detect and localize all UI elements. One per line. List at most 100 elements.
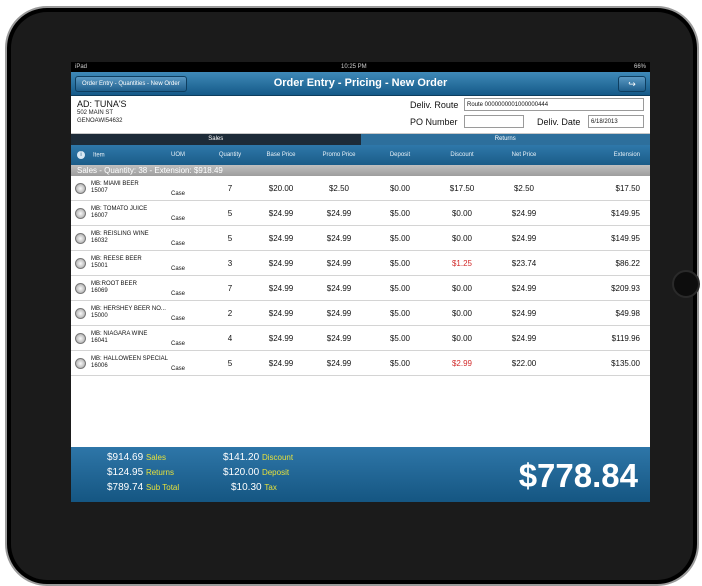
item-code: 15000 <box>91 313 108 319</box>
home-button[interactable] <box>672 270 700 298</box>
net-price-cell: $23.74 <box>511 258 537 268</box>
item-detail-icon[interactable] <box>75 207 86 219</box>
returns-total: $124.95 Returns <box>107 467 174 478</box>
column-uom[interactable]: UOM <box>171 152 207 158</box>
po-number-label: PO Number <box>410 117 458 127</box>
quantity-cell[interactable]: 5 <box>207 359 253 368</box>
extension-cell: $149.95 <box>611 233 640 243</box>
table-row[interactable]: MB: REISLING WINE 16032 Case 5 $24.99 $24.99 $… <box>71 226 650 251</box>
customer-block: AD: TUNA'S 502 MAIN ST GENOAWI54632 <box>77 99 127 125</box>
order-info-panel: AD: TUNA'S 502 MAIN ST GENOAWI54632 Deli… <box>71 96 650 134</box>
item-cell: MB: MIAMI BEER 15007 <box>71 181 171 195</box>
extension-cell: $135.00 <box>611 358 640 368</box>
item-code: 16069 <box>91 288 108 294</box>
column-discount[interactable]: Discount <box>431 152 493 158</box>
item-code: 15001 <box>91 263 108 269</box>
table-row[interactable]: MB: HALLOWEEN SPECIAL 16006 Case 5 $24.99 $24… <box>71 351 650 376</box>
extension-cell: $17.50 <box>615 183 640 193</box>
net-price-cell: $24.99 <box>511 208 537 218</box>
item-detail-icon[interactable] <box>75 232 86 244</box>
uom-cell: Case <box>171 341 186 347</box>
base-price-cell: $24.99 <box>268 333 294 343</box>
base-price-cell: $24.99 <box>268 308 294 318</box>
column-item[interactable]: i Item <box>71 151 171 159</box>
net-price-cell: $22.00 <box>511 358 537 368</box>
tab-returns[interactable]: Returns <box>360 134 650 145</box>
table-row[interactable]: MB: HERSHEY BEER NO... 15000 Case 2 $24.99 $2… <box>71 301 650 326</box>
delivery-route-field[interactable]: Route 0000000001000000444 <box>464 98 644 111</box>
grand-total: $778.84 <box>518 457 638 494</box>
column-promo-price[interactable]: Promo Price <box>309 152 369 158</box>
item-name: MB: REISLING WINE <box>91 231 149 237</box>
promo-price-cell: $24.99 <box>326 358 352 368</box>
tab-sales[interactable]: Sales <box>71 134 361 145</box>
promo-price-cell: $24.99 <box>326 258 352 268</box>
item-name: MB: MIAMI BEER <box>91 181 139 187</box>
navigation-bar: Order Entry - Quantities - New Order Ord… <box>71 72 650 96</box>
quantity-cell[interactable]: 3 <box>207 259 253 268</box>
table-row[interactable]: MB: TOMATO JUICE 16007 Case 5 $24.99 $24.99 $5… <box>71 201 650 226</box>
quantity-cell[interactable]: 4 <box>207 334 253 343</box>
uom-cell: Case <box>171 191 186 197</box>
battery-indicator: 66% <box>633 64 646 70</box>
base-price-cell: $24.99 <box>268 283 294 293</box>
empty-space <box>71 376 650 458</box>
table-row[interactable]: MB: REESE BEER 15001 Case 3 $24.99 $24.99 $5.0… <box>71 251 650 276</box>
promo-price-cell: $24.99 <box>326 233 352 243</box>
quantity-cell[interactable]: 5 <box>207 234 253 243</box>
item-detail-icon[interactable] <box>75 282 86 294</box>
discount-cell: $0.00 <box>451 333 473 343</box>
tab-bar: Sales Returns <box>71 134 650 145</box>
info-icon[interactable]: i <box>77 151 85 159</box>
promo-price-cell: $24.99 <box>326 208 352 218</box>
item-code: 16041 <box>91 338 108 344</box>
discount-cell: $17.50 <box>449 183 475 193</box>
net-price-cell: $2.50 <box>513 183 535 193</box>
tax-total: $10.30 Tax <box>231 482 277 493</box>
base-price-cell: $24.99 <box>268 358 294 368</box>
extension-cell: $86.22 <box>615 258 640 268</box>
promo-price-cell: $24.99 <box>326 283 352 293</box>
quantity-cell[interactable]: 2 <box>207 309 253 318</box>
item-detail-icon[interactable] <box>75 182 86 194</box>
table-row[interactable]: MB: MIAMI BEER 15007 Case 7 $20.00 $2.50 $0.00… <box>71 176 650 201</box>
quantity-cell[interactable]: 7 <box>207 184 253 193</box>
deposit-cell: $5.00 <box>389 308 411 318</box>
group-header: Sales - Quantity: 38 - Extension: $918.4… <box>71 165 650 176</box>
item-detail-icon[interactable] <box>75 257 86 269</box>
discount-cell: $0.00 <box>451 283 473 293</box>
po-number-field[interactable] <box>464 115 524 128</box>
item-cell: MB: REISLING WINE 16032 <box>71 231 171 245</box>
table-header: i Item UOM Quantity Base Price Promo Pric… <box>71 145 650 165</box>
column-deposit[interactable]: Deposit <box>369 152 431 158</box>
totals-footer: $914.69 Sales $124.95 Returns $789.74 Su… <box>71 447 650 502</box>
delivery-date-field[interactable]: 6/18/2013 <box>588 115 644 128</box>
customer-address-line2: GENOAWI54632 <box>77 118 123 124</box>
deposit-cell: $5.00 <box>389 233 411 243</box>
item-name: MB: TOMATO JUICE <box>91 206 148 212</box>
delivery-route-label: Deliv. Route <box>410 100 459 110</box>
quantity-cell[interactable]: 5 <box>207 209 253 218</box>
promo-price-cell: $2.50 <box>328 183 350 193</box>
subtotal: $789.74 Sub Total <box>107 482 180 493</box>
column-base-price[interactable]: Base Price <box>253 152 309 158</box>
item-detail-icon[interactable] <box>75 307 86 319</box>
net-price-cell: $24.99 <box>511 233 537 243</box>
quantity-cell[interactable]: 7 <box>207 284 253 293</box>
customer-address-line1: 502 MAIN ST <box>77 110 114 116</box>
table-row[interactable]: MB: NIAGARA WINE 16041 Case 4 $24.99 $24.99 $5… <box>71 326 650 351</box>
net-price-cell: $24.99 <box>511 333 537 343</box>
item-name: MB:ROOT BEER <box>91 281 137 287</box>
table-row[interactable]: MB:ROOT BEER 16069 Case 7 $24.99 $24.99 $5.00 $… <box>71 276 650 301</box>
item-detail-icon[interactable] <box>75 357 86 369</box>
customer-name: AD: TUNA'S <box>77 99 127 109</box>
column-extension[interactable]: Extension <box>555 152 650 158</box>
share-button[interactable]: ↪ <box>618 76 646 92</box>
app-screen: iPad 10:25 PM 66% Order Entry - Quantiti… <box>71 62 650 502</box>
column-quantity[interactable]: Quantity <box>207 152 253 158</box>
item-detail-icon[interactable] <box>75 332 86 344</box>
item-name: MB: HERSHEY BEER NO... <box>91 306 166 312</box>
item-cell: MB:ROOT BEER 16069 <box>71 281 171 295</box>
column-net-price[interactable]: Net Price <box>493 152 555 158</box>
extension-cell: $49.98 <box>615 308 640 318</box>
